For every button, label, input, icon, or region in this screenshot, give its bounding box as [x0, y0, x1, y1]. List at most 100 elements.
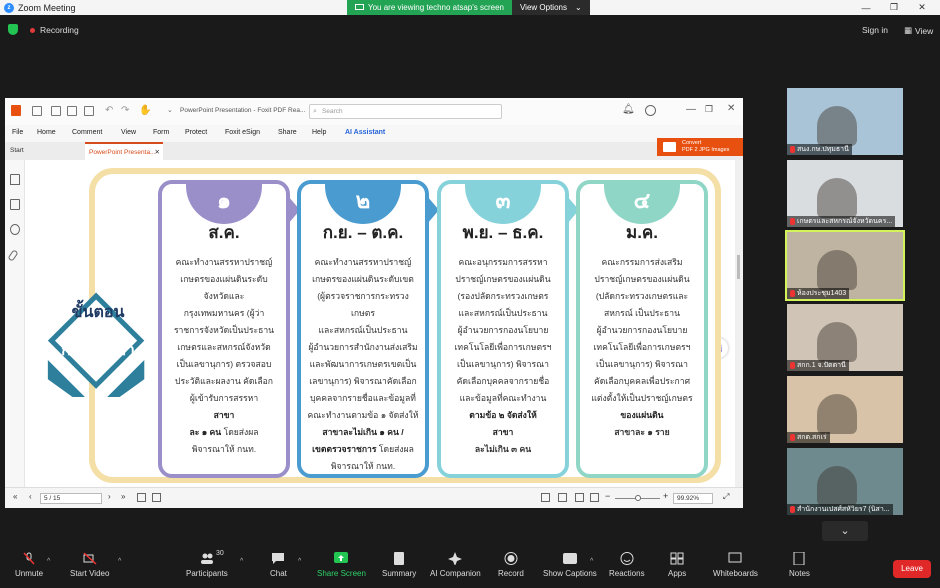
menu-protect[interactable]: Protect: [185, 129, 207, 136]
chat-options-icon[interactable]: ^: [298, 558, 301, 565]
participants-options-icon[interactable]: ^: [240, 558, 243, 565]
last-page-icon[interactable]: »: [121, 492, 125, 501]
video-feed: [817, 178, 857, 218]
print-icon[interactable]: [67, 106, 77, 116]
leave-button[interactable]: Leave: [893, 560, 931, 578]
minimize-pdf-icon[interactable]: —: [686, 104, 696, 115]
step-body: คณะกรรมการส่งเสริม ปราชญ์เกษตรของแผ่นดิน (…: [586, 254, 698, 441]
participant-tile[interactable]: สำนักงานเปสศ์สหัวิยร7 (นิสา...: [787, 448, 903, 515]
video-feed: [817, 250, 857, 290]
scroll-thumb[interactable]: [737, 255, 740, 279]
first-page-icon[interactable]: «: [13, 492, 17, 501]
video-feed: [817, 106, 857, 146]
copy-icon[interactable]: [137, 493, 146, 502]
restore-pdf-icon[interactable]: ❐: [705, 104, 713, 115]
participant-tile[interactable]: สกต.สกเร่: [787, 376, 903, 443]
account-icon[interactable]: [645, 105, 656, 116]
participant-tile[interactable]: ห้องประชุม1403: [785, 230, 905, 301]
step-body-line: คัดเลือกบุคคลเพื่อประกาศ: [593, 376, 691, 386]
step-body-line: ละไม่เกิน ๓ คน: [474, 444, 532, 454]
screen-share-banner: You are viewing techno atsap's screen Vi…: [347, 0, 590, 15]
convert-pdf-banner[interactable]: Convert PDF 2 JPG Images: [657, 138, 743, 156]
zoom-out-icon[interactable]: −: [605, 491, 610, 501]
pdf-scrollbar[interactable]: [735, 160, 743, 487]
summary-button[interactable]: Summary: [382, 552, 416, 578]
quick-access-chevron-icon[interactable]: ⌄: [167, 106, 173, 114]
single-page-icon[interactable]: [541, 493, 550, 502]
share-screen-icon: [334, 552, 349, 563]
badge-line1: ขั้นตอน: [71, 304, 125, 321]
step-body-line: เลขานุการ) พิจารณาคัดเลือก: [309, 376, 417, 386]
notes-icon: [793, 552, 805, 565]
restore-button[interactable]: ❐: [880, 0, 908, 15]
save-icon[interactable]: [51, 106, 61, 116]
cover-icon[interactable]: [590, 493, 599, 502]
zoom-in-icon[interactable]: +: [663, 491, 668, 501]
bookmark-icon[interactable]: [10, 174, 20, 185]
ai-companion-button[interactable]: AI Companion: [430, 552, 481, 578]
pdf-side-panel: ▶: [5, 160, 31, 487]
menu-ai-assistant[interactable]: AI Assistant: [345, 129, 385, 136]
bell-icon[interactable]: 🔔︎: [622, 104, 635, 115]
prev-page-icon[interactable]: ‹: [29, 492, 32, 501]
scroll-participants-button[interactable]: ⌄: [822, 521, 868, 541]
recording-label: Recording: [40, 25, 79, 35]
record-button[interactable]: Record: [498, 552, 524, 578]
participant-tile[interactable]: สกก.1 จ.ปัตตานี: [787, 304, 903, 371]
step-body-line: จังหวัดและ: [203, 291, 245, 301]
audio-options-icon[interactable]: ^: [47, 558, 50, 565]
reactions-button[interactable]: Reactions: [609, 552, 645, 578]
close-button[interactable]: ✕: [908, 0, 936, 15]
notes-button[interactable]: Notes: [789, 552, 810, 578]
hand-tool-icon[interactable]: ✋: [139, 105, 151, 116]
zoom-slider-thumb[interactable]: [635, 495, 641, 501]
pdf-search-input[interactable]: ⌕ Search: [309, 104, 502, 119]
minimize-button[interactable]: —: [852, 0, 880, 15]
share-screen-button[interactable]: Share Screen: [317, 552, 366, 578]
page-number-field[interactable]: 5 / 15: [40, 493, 102, 504]
facing-icon[interactable]: [575, 493, 584, 502]
participant-tile[interactable]: สนง.กษ.ปทุมธานี: [787, 88, 903, 155]
pages-icon[interactable]: [10, 199, 20, 210]
view-button[interactable]: ▦ View: [904, 25, 933, 36]
sign-in-link[interactable]: Sign in: [862, 25, 888, 35]
view-label: View: [915, 25, 934, 36]
open-icon[interactable]: [32, 106, 42, 116]
start-video-button[interactable]: Start Video: [70, 552, 109, 578]
tab-document-label: PowerPoint Presenta...: [89, 149, 156, 156]
recording-indicator[interactable]: Recording: [30, 25, 79, 35]
whiteboards-button[interactable]: Whiteboards: [713, 552, 758, 578]
menu-file[interactable]: File: [12, 129, 23, 136]
menu-view[interactable]: View: [121, 129, 136, 136]
menu-foxit-esign[interactable]: Foxit eSign: [225, 129, 260, 136]
view-options-button[interactable]: View Options ⌄: [511, 0, 590, 15]
undo-icon[interactable]: ↶: [105, 105, 113, 116]
captions-options-icon[interactable]: ^: [590, 558, 593, 565]
continuous-icon[interactable]: [558, 493, 567, 502]
unmute-button[interactable]: Unmute: [15, 552, 43, 578]
menu-help[interactable]: Help: [312, 129, 326, 136]
comment-icon[interactable]: [10, 224, 20, 235]
apps-button[interactable]: Apps: [668, 552, 686, 578]
menu-home[interactable]: Home: [37, 129, 56, 136]
menu-share[interactable]: Share: [278, 129, 297, 136]
video-options-icon[interactable]: ^: [118, 558, 121, 565]
menu-form[interactable]: Form: [153, 129, 169, 136]
fullscreen-icon[interactable]: ⤢: [723, 492, 729, 502]
redo-icon[interactable]: ↷: [121, 105, 129, 116]
next-page-icon[interactable]: ›: [108, 492, 111, 501]
close-pdf-icon[interactable]: ✕: [727, 103, 735, 114]
security-shield-icon[interactable]: [8, 24, 18, 35]
zoom-slider[interactable]: [615, 495, 660, 501]
zoom-field[interactable]: 99.92%: [673, 493, 713, 504]
tab-document[interactable]: PowerPoint Presenta... ✕: [85, 142, 163, 160]
attachment-icon[interactable]: [7, 249, 19, 262]
chat-button[interactable]: Chat: [270, 552, 287, 578]
participants-button[interactable]: Participants 30: [186, 550, 228, 578]
menu-comment[interactable]: Comment: [72, 129, 102, 136]
participant-tile[interactable]: เกษตรและสหกรณ์จังหวัดนคร...: [787, 160, 903, 227]
fit-icon[interactable]: [152, 493, 161, 502]
tab-start[interactable]: Start: [5, 142, 85, 160]
new-doc-icon[interactable]: [84, 106, 94, 116]
show-captions-button[interactable]: Show Captions: [543, 552, 597, 578]
